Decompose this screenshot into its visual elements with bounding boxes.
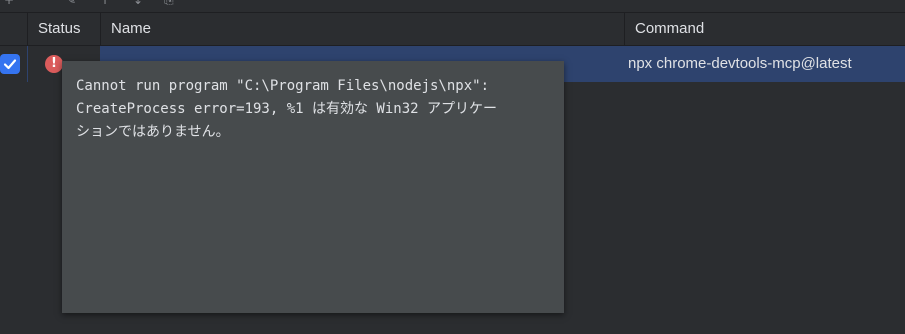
server-command-cell: npx chrome-devtools-mcp@latest xyxy=(628,55,852,72)
header-checkbox-column xyxy=(0,13,28,45)
error-icon[interactable]: ! xyxy=(45,55,63,73)
checkmark-icon xyxy=(3,59,17,70)
error-tooltip: Cannot run program "C:\Program Files\nod… xyxy=(62,61,564,313)
mcp-servers-panel: + ✎ ↑ ↓ ⎘ Status Name Command ! npx chro… xyxy=(0,0,905,334)
enabled-cell xyxy=(0,46,27,82)
edit-icon[interactable]: ✎ xyxy=(66,0,78,6)
copy-icon[interactable]: ⎘ xyxy=(164,0,176,6)
column-header-name[interactable]: Name xyxy=(101,13,625,45)
toolbar: + ✎ ↑ ↓ ⎘ xyxy=(0,0,905,13)
column-header-status[interactable]: Status xyxy=(28,13,101,45)
enabled-checkbox[interactable] xyxy=(0,54,20,74)
add-icon[interactable]: + xyxy=(4,0,16,6)
column-header-command[interactable]: Command xyxy=(625,13,905,45)
table-header: Status Name Command xyxy=(0,13,905,46)
move-down-icon[interactable]: ↓ xyxy=(133,0,145,6)
move-up-icon[interactable]: ↑ xyxy=(100,0,112,6)
